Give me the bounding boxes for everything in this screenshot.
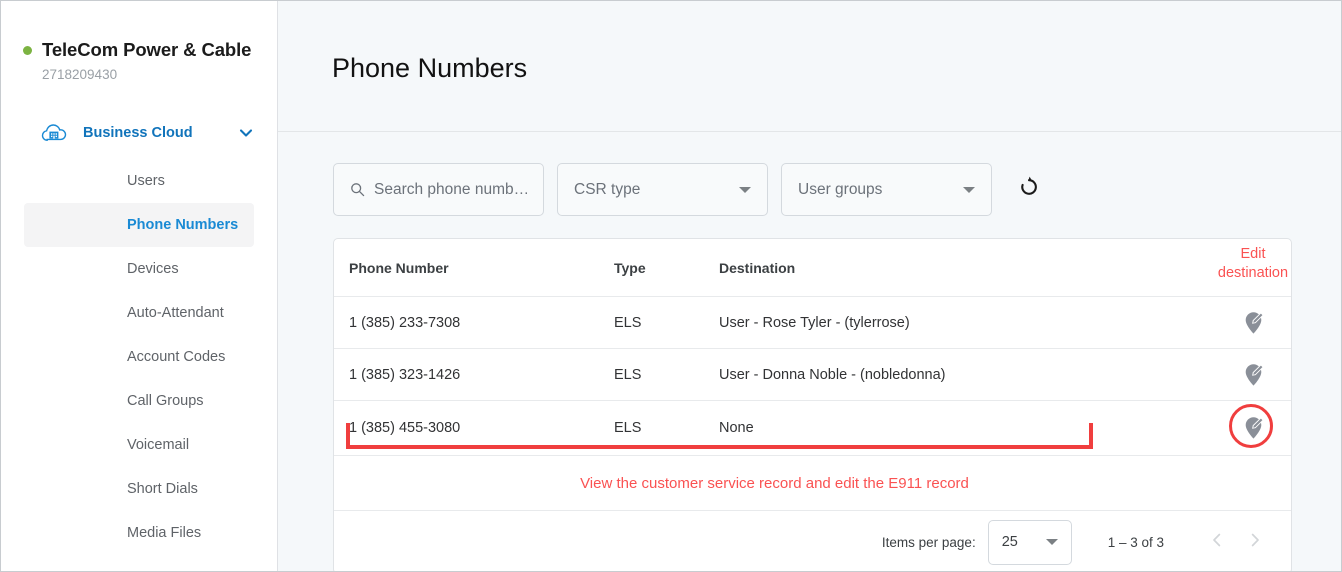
- sidebar: TeleCom Power & Cable 2718209430 Busines…: [1, 1, 278, 571]
- chevron-right-icon: [1245, 530, 1265, 555]
- content-area: Search phone numb… CSR type User groups: [278, 132, 1341, 571]
- table-row[interactable]: 1 (385) 455-3080 ELS None: [334, 401, 1291, 456]
- app-window: TeleCom Power & Cable 2718209430 Busines…: [0, 0, 1342, 572]
- chevron-down-icon: [739, 186, 751, 193]
- account-id: 2718209430: [42, 67, 118, 82]
- sidebar-item-auto-attendant[interactable]: Auto-Attendant: [24, 291, 254, 335]
- next-page-button[interactable]: [1236, 523, 1274, 561]
- annotation-action-note-line2: destination: [1217, 265, 1289, 281]
- search-input[interactable]: Search phone numb…: [333, 163, 544, 216]
- items-per-page-value: 25: [1001, 534, 1018, 550]
- edit-destination-button[interactable]: [1215, 362, 1291, 388]
- table-footer: Items per page: 25 1 – 3 of 3: [334, 511, 1291, 571]
- main-content: Phone Numbers Search phone numb… CSR typ…: [278, 1, 1341, 571]
- sidebar-item-short-dials[interactable]: Short Dials: [24, 467, 254, 511]
- items-per-page-select[interactable]: 25: [987, 519, 1072, 565]
- account-block: TeleCom Power & Cable 2718209430: [1, 39, 277, 82]
- sidebar-nav-list: Users Phone Numbers Devices Auto-Attenda…: [1, 159, 277, 555]
- edit-destination-button[interactable]: [1215, 415, 1291, 441]
- phone-numbers-table: Phone Number Type Destination 1 (385) 23…: [333, 238, 1292, 571]
- sidebar-item-voicemail[interactable]: Voicemail: [24, 423, 254, 467]
- edit-location-pin-icon: [1242, 310, 1265, 336]
- cell-phone-number: 1 (385) 323-1426: [349, 366, 461, 383]
- account-row: TeleCom Power & Cable: [23, 39, 277, 61]
- account-name: TeleCom Power & Cable: [42, 39, 252, 60]
- page-header: Phone Numbers: [278, 1, 1341, 132]
- cell-type: ELS: [614, 366, 642, 383]
- column-header-phone-number: Phone Number: [349, 259, 449, 276]
- nav-section: Business Cloud Users Phone Numbers Devic…: [1, 115, 277, 555]
- edit-destination-button[interactable]: [1215, 310, 1291, 336]
- sidebar-item-phone-numbers[interactable]: Phone Numbers: [24, 203, 254, 247]
- search-icon: [350, 182, 365, 197]
- chevron-left-icon: [1207, 530, 1227, 555]
- cell-destination: User - Donna Noble - (nobledonna): [719, 366, 946, 383]
- sidebar-item-label: Business Cloud: [83, 125, 193, 141]
- cell-type: ELS: [614, 314, 642, 331]
- table-header-row: Phone Number Type Destination: [334, 239, 1291, 297]
- annotation-action-note-line1: Edit: [1240, 246, 1266, 262]
- refresh-button[interactable]: [1015, 176, 1043, 204]
- annotation-action-note: Edit destination: [1198, 245, 1308, 283]
- sidebar-item-users[interactable]: Users: [24, 159, 254, 203]
- cell-type: ELS: [614, 420, 642, 436]
- filter-bar: Search phone numb… CSR type User groups: [333, 163, 1292, 216]
- cell-destination: None: [719, 420, 754, 436]
- csr-type-label: CSR type: [574, 180, 641, 198]
- column-header-type: Type: [614, 259, 646, 276]
- sidebar-item-business-cloud[interactable]: Business Cloud: [1, 115, 277, 151]
- page-title: Phone Numbers: [332, 52, 528, 83]
- sidebar-item-media-files[interactable]: Media Files: [24, 511, 254, 555]
- status-dot-icon: [23, 45, 32, 55]
- pagination-range-label: 1 – 3 of 3: [1107, 534, 1164, 550]
- refresh-icon: [1017, 175, 1041, 204]
- sidebar-item-account-codes[interactable]: Account Codes: [24, 335, 254, 379]
- highlighted-row-wrapper: 1 (385) 455-3080 ELS None: [334, 401, 1291, 456]
- annotation-row-note: View the customer service record and edi…: [580, 474, 969, 492]
- column-header-destination: Destination: [719, 259, 796, 276]
- cell-phone-number: 1 (385) 455-3080: [349, 420, 461, 436]
- sidebar-item-call-groups[interactable]: Call Groups: [24, 379, 254, 423]
- user-groups-label: User groups: [798, 180, 883, 198]
- edit-location-pin-icon: [1242, 362, 1265, 388]
- chevron-down-icon: [963, 186, 975, 193]
- edit-location-pin-icon: [1242, 415, 1265, 441]
- annotation-row: View the customer service record and edi…: [334, 246, 1291, 511]
- table-row[interactable]: 1 (385) 233-7308 ELS User - Rose Tyler -…: [334, 297, 1291, 349]
- user-groups-select[interactable]: User groups: [781, 163, 992, 216]
- table-row[interactable]: 1 (385) 323-1426 ELS User - Donna Noble …: [334, 349, 1291, 401]
- chevron-down-icon: [1045, 539, 1058, 545]
- previous-page-button[interactable]: [1198, 523, 1236, 561]
- search-placeholder-text: Search phone numb…: [374, 180, 527, 198]
- sidebar-item-devices[interactable]: Devices: [24, 247, 254, 291]
- cloud-building-icon: [41, 123, 67, 143]
- items-per-page-label: Items per page:: [881, 534, 976, 550]
- csr-type-select[interactable]: CSR type: [557, 163, 768, 216]
- cell-destination: User - Rose Tyler - (tylerrose): [719, 314, 910, 331]
- chevron-down-icon[interactable]: [237, 124, 255, 142]
- cell-phone-number: 1 (385) 233-7308: [349, 314, 461, 331]
